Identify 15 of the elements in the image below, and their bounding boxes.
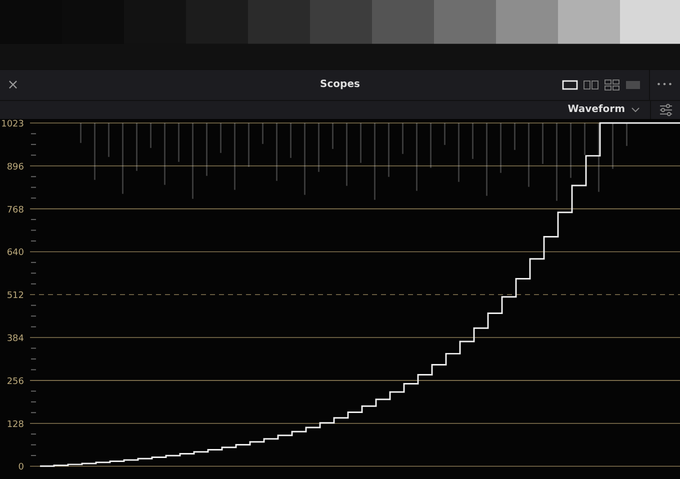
layout-button[interactable] [562,78,578,91]
more-button[interactable]: ••• [650,80,680,90]
axis-label: 640 [6,248,24,258]
axis-label: 384 [6,334,24,344]
scope-type-dropdown[interactable]: Waveform [568,104,650,116]
axis-label: 0 [18,462,24,473]
axis-label: 1023 [1,119,24,130]
axis-label: 896 [6,162,24,172]
close-button[interactable]: × [0,76,26,93]
panel-title: Scopes [320,79,360,90]
axis-label: 512 [6,290,24,301]
axis-label: 128 [6,420,24,430]
axis-label: 768 [6,205,24,216]
axis-label: 256 [6,376,24,387]
chevron-down-icon [631,106,640,113]
